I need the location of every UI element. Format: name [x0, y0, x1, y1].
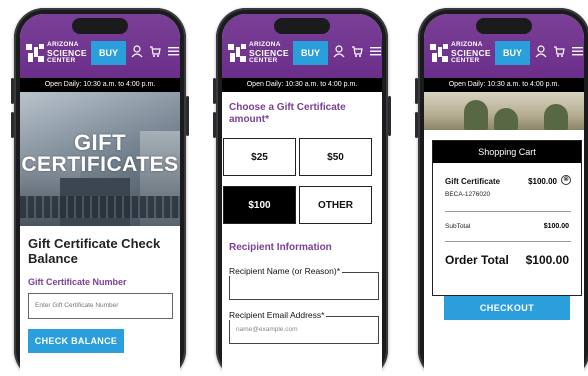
phone-check-balance: ARIZONA SCIENCE CENTER BUY Open Daily: 1… — [11, 8, 189, 376]
hours-bar: Open Daily: 10:30 a.m. to 4:00 p.m. — [222, 78, 382, 92]
cart-icon[interactable] — [149, 45, 161, 61]
recipient-section-title: Recipient Information — [229, 242, 332, 253]
notch — [274, 18, 330, 34]
user-icon[interactable] — [333, 45, 345, 61]
menu-icon[interactable] — [167, 45, 179, 61]
page-title: Gift Certificate Check Balance — [28, 236, 161, 266]
hero-line1: GIFT — [73, 130, 127, 155]
user-icon[interactable] — [535, 45, 547, 61]
shopping-cart-panel: Shopping Cart Gift Certificate $100.00 ⊗… — [432, 140, 582, 296]
gift-number-label: Gift Certificate Number — [28, 277, 127, 287]
recipient-name-label: Recipient Name (or Reason)* — [229, 266, 343, 276]
menu-icon[interactable] — [369, 45, 381, 61]
header-photo — [424, 92, 584, 130]
menu-icon[interactable] — [571, 45, 583, 61]
buy-button[interactable]: BUY — [293, 41, 328, 65]
amount-option-50[interactable]: $50 — [299, 138, 372, 176]
amount-heading: Choose a Gift Certificate amount* — [229, 102, 346, 125]
logo-icon — [430, 44, 448, 62]
hours-bar: Open Daily: 10:30 a.m. to 4:00 p.m. — [424, 78, 584, 92]
screen: ARIZONA SCIENCE CENTER BUY Open Daily: 1… — [424, 14, 584, 376]
cart-item-price: $100.00 — [528, 177, 557, 186]
cart-icon[interactable] — [553, 45, 565, 61]
buy-button[interactable]: BUY — [91, 41, 126, 65]
logo-line3: CENTER — [47, 56, 76, 64]
hero-line2: CERTIFICATES — [21, 153, 179, 176]
recipient-email-placeholder: name@example.com — [236, 326, 298, 333]
amount-option-25[interactable]: $25 — [223, 138, 296, 176]
buy-button[interactable]: BUY — [495, 41, 530, 65]
divider — [445, 241, 571, 242]
hero-image: GIFT CERTIFICATES — [20, 92, 180, 226]
notch — [72, 18, 128, 34]
subtotal-value: $100.00 — [543, 223, 569, 230]
cart-title: Shopping Cart — [433, 141, 581, 163]
checkout-button[interactable]: CHECKOUT — [444, 296, 570, 320]
amount-option-other[interactable]: OTHER — [299, 186, 372, 224]
screen: ARIZONA SCIENCE CENTER BUY Open Daily: 1… — [222, 14, 382, 376]
logo-line3: CENTER — [249, 56, 278, 64]
remove-item-icon[interactable]: ⊗ — [561, 175, 571, 185]
amount-option-100[interactable]: $100 — [223, 186, 296, 224]
user-icon[interactable] — [131, 45, 143, 61]
recipient-email-input[interactable]: name@example.com — [229, 316, 379, 344]
cart-icon[interactable] — [351, 45, 363, 61]
notch — [476, 18, 532, 34]
logo[interactable]: ARIZONA SCIENCE CENTER — [26, 41, 87, 64]
divider — [445, 211, 571, 212]
logo[interactable]: ARIZONA SCIENCE CENTER — [430, 41, 491, 64]
order-total-label: Order Total — [445, 253, 509, 267]
logo-icon — [26, 44, 44, 62]
order-total-value: $100.00 — [525, 253, 569, 267]
subtotal-label: SubTotal — [445, 223, 471, 230]
cart-item-sku: BECA-1276020 — [445, 191, 491, 198]
screen: ARIZONA SCIENCE CENTER BUY Open Daily: 1… — [20, 14, 180, 376]
hours-bar: Open Daily: 10:30 a.m. to 4:00 p.m. — [20, 78, 180, 92]
phone-choose-amount: ARIZONA SCIENCE CENTER BUY Open Daily: 1… — [213, 8, 391, 376]
recipient-email-label: Recipient Email Address* — [229, 310, 327, 320]
phone-shopping-cart: ARIZONA SCIENCE CENTER BUY Open Daily: 1… — [415, 8, 588, 376]
gift-number-input[interactable]: Enter Gift Certificate Number — [28, 293, 173, 319]
logo-line3: CENTER — [451, 56, 480, 64]
recipient-name-input[interactable] — [229, 272, 379, 300]
logo[interactable]: ARIZONA SCIENCE CENTER — [228, 41, 289, 64]
check-balance-button[interactable]: CHECK BALANCE — [28, 329, 124, 353]
logo-icon — [228, 44, 246, 62]
